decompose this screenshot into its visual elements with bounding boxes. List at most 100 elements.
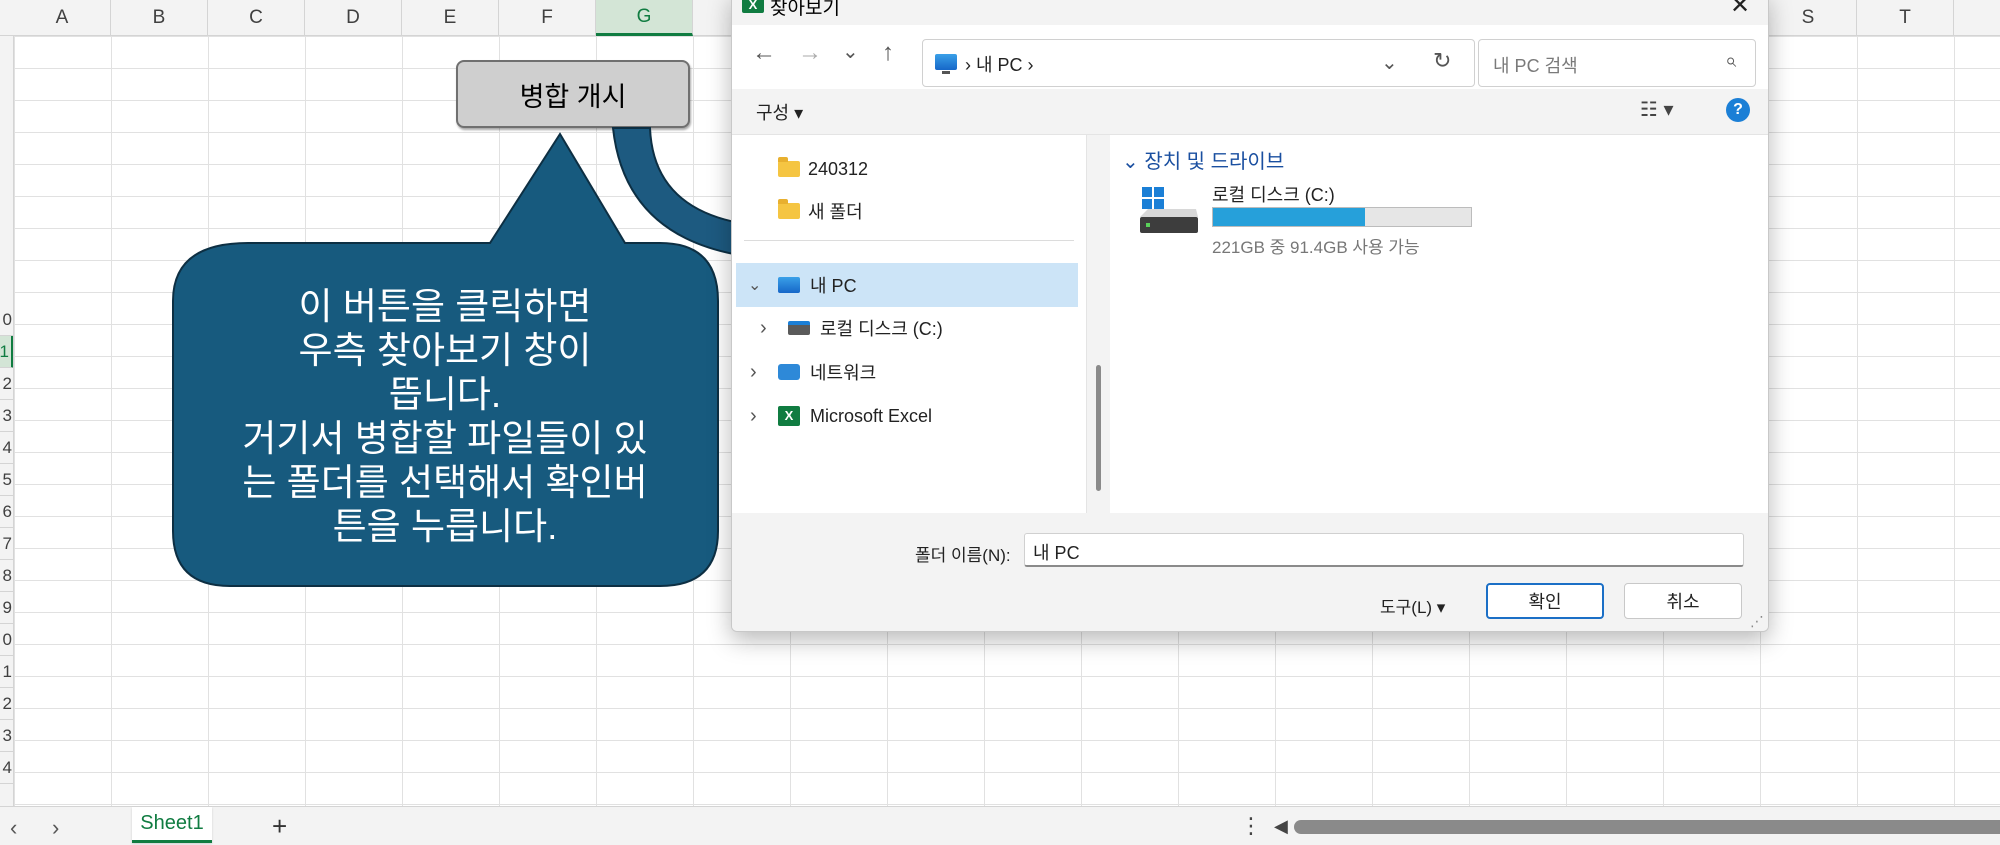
- row-header[interactable]: 0: [0, 304, 13, 336]
- row-header[interactable]: 4: [0, 752, 13, 784]
- column-header[interactable]: F: [499, 0, 596, 36]
- group-header-devices[interactable]: ⌄ 장치 및 드라이브: [1122, 145, 1284, 174]
- row-header[interactable]: 3: [0, 720, 13, 752]
- callout-line: 이 버튼을 클릭하면: [298, 286, 592, 327]
- column-header[interactable]: D: [305, 0, 402, 36]
- view-options-icon[interactable]: ☷ ▾: [1640, 97, 1674, 122]
- column-header[interactable]: S: [1760, 0, 1857, 36]
- tree-item-label: 새 폴더: [808, 202, 863, 222]
- tools-button[interactable]: 도구(L) ▾: [1380, 593, 1445, 618]
- callout-line: 튼을 누릅니다.: [332, 506, 558, 547]
- callout-line: 는 폴더를 선택해서 확인버: [242, 462, 648, 503]
- drive-usage-fill: [1213, 208, 1366, 226]
- callout-line: 우측 찾아보기 창이: [298, 330, 592, 371]
- row-header[interactable]: 9: [0, 592, 13, 624]
- tab-options-icon[interactable]: ⋮: [1240, 813, 1262, 839]
- row-header[interactable]: 8: [0, 560, 13, 592]
- chevron-down-icon[interactable]: ⌄: [748, 275, 761, 295]
- close-icon[interactable]: ✕: [1730, 0, 1750, 20]
- cancel-button[interactable]: 취소: [1624, 583, 1742, 619]
- network-icon: [778, 364, 800, 380]
- pc-icon: [935, 54, 957, 74]
- tree-item-label: 로컬 디스크 (C:): [820, 319, 943, 339]
- drive-free-space: 221GB 중 91.4GB 사용 가능: [1212, 238, 1420, 257]
- callout-text: 이 버튼을 클릭하면 우측 찾아보기 창이 뜹니다. 거기서 병합할 파일들이 있는 …: [200, 277, 690, 557]
- dialog-footer: 폴더 이름(N): 내 PC 도구(L) ▾ 확인 취소 ⋰: [732, 513, 1768, 631]
- callout-line: 거기서 병합할 파일들이 있: [242, 418, 648, 459]
- row-header[interactable]: 3: [0, 400, 13, 432]
- row-header[interactable]: 2: [0, 688, 13, 720]
- column-header[interactable]: E: [402, 0, 499, 36]
- tree-item-240312[interactable]: 240312: [778, 149, 868, 189]
- chevron-down-icon[interactable]: ⌄: [1381, 50, 1398, 75]
- tree-item-label: 내 PC: [810, 276, 857, 296]
- row-header[interactable]: 2: [0, 368, 13, 400]
- address-path[interactable]: › 내 PC ›: [965, 51, 1034, 77]
- dialog-toolbar: 구성 ▾ ☷ ▾ ?: [732, 89, 1768, 135]
- column-header[interactable]: A: [14, 0, 111, 36]
- sheet-tab-sheet1[interactable]: Sheet1: [132, 807, 212, 843]
- drive-usage-bar: [1212, 207, 1472, 227]
- drive-icon[interactable]: [1138, 185, 1200, 237]
- tree-item-microsoft-excel[interactable]: X Microsoft Excel: [778, 396, 932, 436]
- pc-icon: [778, 277, 800, 293]
- up-icon[interactable]: ↑: [882, 39, 894, 67]
- row-header[interactable]: 0: [0, 624, 13, 656]
- tree-item-my-pc[interactable]: 내 PC: [778, 265, 857, 305]
- forward-icon[interactable]: →: [798, 39, 822, 67]
- next-sheet-icon[interactable]: ›: [52, 815, 59, 841]
- tree-item-new-folder[interactable]: 새 폴더: [778, 191, 863, 231]
- address-bar[interactable]: › 내 PC › ⌄ ↻: [922, 39, 1475, 87]
- row-header[interactable]: 1: [0, 656, 13, 688]
- prev-sheet-icon[interactable]: ‹: [10, 815, 17, 841]
- content-pane: ⌄ 장치 및 드라이브 로컬 디스크 (C:) 221GB 중 91.4GB 사…: [1110, 135, 1768, 513]
- column-header[interactable]: C: [208, 0, 305, 36]
- tree-item-label: 네트워크: [810, 363, 877, 383]
- row-header[interactable]: 6: [0, 496, 13, 528]
- dialog-navigation-bar: ← → ⌄ ↑ › 내 PC › ⌄ ↻ 내 PC 검색 ⌕: [732, 25, 1768, 89]
- column-header[interactable]: [1954, 0, 2000, 36]
- ok-button[interactable]: 확인: [1486, 583, 1604, 619]
- excel-icon: X: [742, 0, 764, 13]
- refresh-icon[interactable]: ↻: [1433, 48, 1451, 74]
- excel-icon: X: [778, 406, 800, 426]
- row-header[interactable]: 4: [0, 432, 13, 464]
- dialog-title: 찾아보기: [770, 0, 840, 19]
- drive-name[interactable]: 로컬 디스크 (C:): [1212, 181, 1335, 207]
- row-header[interactable]: 1: [0, 336, 13, 368]
- screen: ABCDEFGST 012345678901234 ‹ › Sheet1 + ⋮…: [0, 0, 2000, 845]
- column-header[interactable]: T: [1857, 0, 1954, 36]
- column-header[interactable]: B: [111, 0, 208, 36]
- tree-item-network[interactable]: 네트워크: [778, 352, 876, 392]
- folder-icon: [778, 157, 800, 177]
- tree-item-label: Microsoft Excel: [810, 405, 933, 426]
- folder-name-input[interactable]: 내 PC: [1024, 533, 1744, 567]
- horizontal-scrollbar[interactable]: [1294, 820, 2000, 834]
- chevron-right-icon[interactable]: ›: [750, 405, 757, 428]
- chevron-right-icon[interactable]: ›: [760, 317, 767, 340]
- navigation-pane: 240312 새 폴더 ⌄ 내 PC › 로컬 디스크 (C:) › 네트워크 …: [732, 135, 1087, 513]
- merge-start-button[interactable]: 병합 개시: [456, 60, 690, 128]
- folder-icon: [778, 199, 800, 219]
- chevron-right-icon[interactable]: ›: [750, 361, 757, 384]
- tree-item-local-disk[interactable]: 로컬 디스크 (C:): [788, 308, 943, 348]
- resize-grip-icon[interactable]: ⋰: [1750, 613, 1764, 630]
- organize-button[interactable]: 구성 ▾: [756, 99, 803, 125]
- sheet-tab-bar: ‹ › Sheet1 + ⋮ ◀: [0, 806, 2000, 845]
- tree-divider: [744, 240, 1074, 241]
- dialog-titlebar: X 찾아보기 ✕: [732, 0, 1768, 25]
- column-header[interactable]: G: [596, 0, 693, 36]
- search-input[interactable]: 내 PC 검색: [1478, 39, 1756, 87]
- tree-item-label: 240312: [808, 158, 869, 179]
- browse-dialog: X 찾아보기 ✕ ← → ⌄ ↑ › 내 PC › ⌄ ↻ 내 PC 검색 ⌕ …: [731, 0, 1769, 632]
- add-sheet-button[interactable]: +: [272, 811, 287, 842]
- search-icon[interactable]: ⌕: [1725, 50, 1736, 73]
- scroll-left-icon[interactable]: ◀: [1274, 816, 1288, 837]
- row-header[interactable]: 7: [0, 528, 13, 560]
- disk-icon: [788, 321, 810, 335]
- recent-locations-icon[interactable]: ⌄: [842, 39, 859, 64]
- back-icon[interactable]: ←: [752, 39, 776, 67]
- help-icon[interactable]: ?: [1726, 98, 1750, 122]
- row-header[interactable]: 5: [0, 464, 13, 496]
- navigation-scrollbar[interactable]: [1096, 365, 1101, 491]
